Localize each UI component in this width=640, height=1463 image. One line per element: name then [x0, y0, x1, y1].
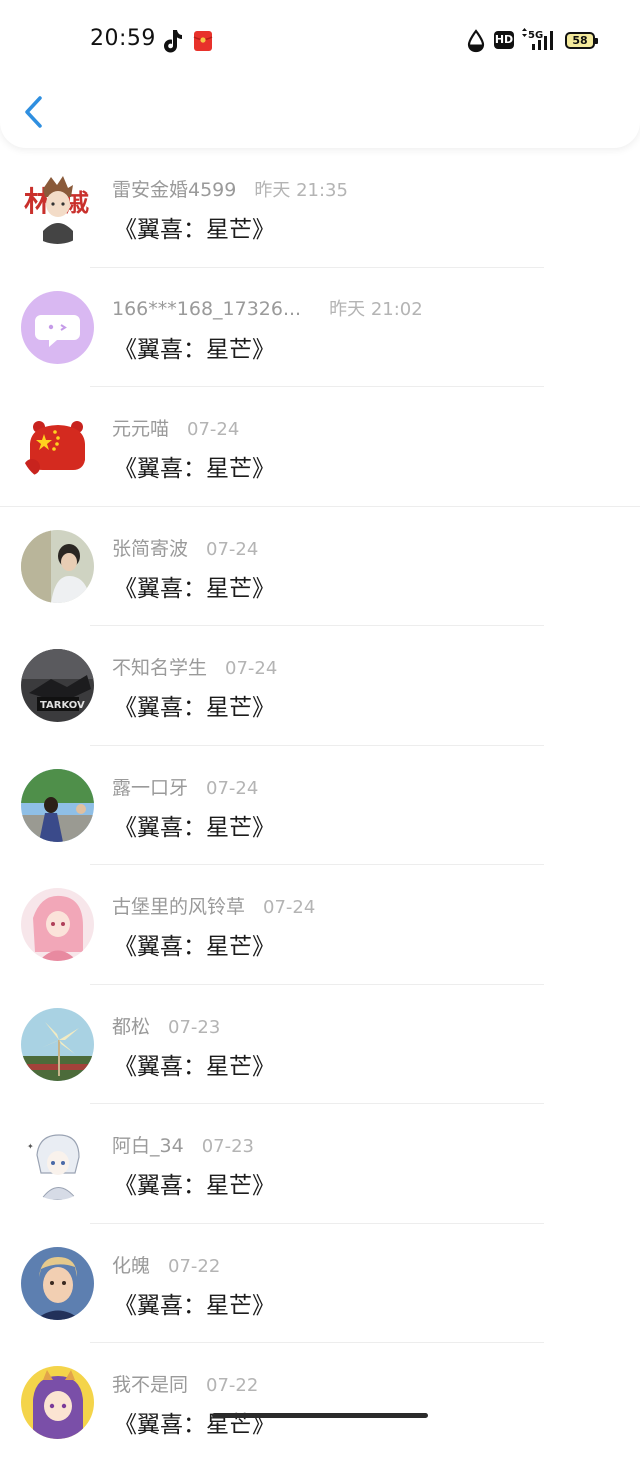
comment-date: 07-24 — [225, 658, 278, 679]
signal-icon: 5G — [522, 28, 553, 50]
comment-date: 07-24 — [206, 777, 259, 799]
red-packet-icon — [193, 31, 213, 51]
comment-date: 昨天 21:02 — [329, 298, 423, 320]
svg-text:TARKOV: TARKOV — [40, 700, 85, 711]
list-item[interactable]: 化魄 07-22 《翼喜：星芒》 — [0, 1224, 640, 1343]
comment-text: 《翼喜：星芒》 — [114, 456, 275, 482]
comment-text: 《翼喜：星芒》 — [114, 1292, 275, 1319]
list-item[interactable]: TARKOV 不知名学生 07-24 《翼喜：星芒》 — [0, 626, 640, 746]
list-item[interactable]: 林 戚 雷安金婚4599 昨天 21:35 《翼喜：星芒》 — [0, 148, 640, 268]
comment-date: 07-23 — [168, 1016, 221, 1038]
top-bar: 20:59 HD 5G 58 — [0, 0, 640, 148]
list-item[interactable]: 露一口牙 07-24 《翼喜：星芒》 — [0, 746, 640, 865]
battery-indicator: 58 — [565, 32, 598, 49]
list-item[interactable]: 166***168_17326... 昨天 21:02 《翼喜：星芒》 — [0, 268, 640, 387]
avatar[interactable] — [21, 410, 94, 483]
avatar[interactable] — [21, 1007, 94, 1081]
avatar[interactable] — [21, 1366, 94, 1439]
comment-date: 07-24 — [263, 897, 316, 918]
data-saver-icon — [467, 29, 485, 53]
tiktok-icon — [164, 30, 182, 53]
comment-text: 《翼喜：星芒》 — [114, 336, 275, 363]
commenter-name[interactable]: 我不是同 — [112, 1370, 188, 1397]
list-item[interactable]: 古堡里的风铃草 07-24 《翼喜：星芒》 — [0, 865, 640, 985]
commenter-name[interactable]: 元元喵 — [112, 414, 169, 441]
commenter-name[interactable]: 露一口牙 — [112, 773, 188, 800]
comment-text: 《翼喜：星芒》 — [114, 1173, 275, 1199]
commenter-name[interactable]: 雷安金婚4599 — [112, 175, 236, 202]
avatar[interactable]: 林 戚 — [21, 171, 94, 244]
list-item[interactable]: 都松 07-23 《翼喜：星芒》 — [0, 985, 640, 1104]
comment-date: 07-24 — [187, 419, 240, 440]
avatar[interactable]: ✦ — [21, 1127, 94, 1200]
commenter-name[interactable]: 166***168_17326... — [112, 298, 301, 320]
commenter-name[interactable]: 不知名学生 — [112, 653, 207, 680]
home-indicator[interactable] — [212, 1413, 428, 1418]
network-label: 5G — [528, 30, 543, 41]
avatar[interactable] — [21, 529, 94, 603]
comment-date: 07-23 — [201, 1136, 254, 1157]
commenter-name[interactable]: 化魄 — [112, 1251, 150, 1278]
list-item[interactable]: 张简寄波 07-24 《翼喜：星芒》 — [0, 507, 640, 626]
avatar[interactable] — [21, 290, 94, 364]
avatar[interactable] — [21, 1246, 94, 1320]
commenter-name[interactable]: 古堡里的风铃草 — [112, 892, 245, 919]
comment-list: 林 戚 雷安金婚4599 昨天 21:35 《翼喜：星芒》 166***168_1… — [0, 148, 640, 1463]
avatar[interactable] — [21, 768, 94, 842]
comment-date: 07-22 — [168, 1255, 221, 1277]
comment-text: 《翼喜：星芒》 — [114, 934, 275, 960]
svg-text:✦: ✦ — [27, 1142, 34, 1151]
status-time: 20:59 — [90, 26, 156, 51]
comment-date: 07-24 — [206, 538, 259, 560]
commenter-name[interactable]: 张简寄波 — [112, 534, 188, 561]
comment-text: 《翼喜：星芒》 — [114, 575, 275, 602]
list-item[interactable]: ✦ 阿白_34 07-23 《翼喜：星芒》 — [0, 1104, 640, 1224]
back-button[interactable] — [18, 92, 54, 132]
avatar[interactable] — [21, 888, 94, 961]
status-bar: 20:59 HD 5G 58 — [0, 0, 640, 84]
comment-text: 《翼喜：星芒》 — [114, 695, 275, 721]
hd-badge: HD — [494, 31, 514, 49]
comment-date: 昨天 21:35 — [254, 180, 348, 201]
comment-text: 《翼喜：星芒》 — [114, 217, 275, 243]
comment-text: 《翼喜：星芒》 — [114, 814, 275, 841]
list-item[interactable]: 元元喵 07-24 《翼喜：星芒》 — [0, 387, 640, 507]
comment-date: 07-22 — [206, 1375, 259, 1396]
avatar[interactable]: TARKOV — [21, 649, 94, 722]
commenter-name[interactable]: 都松 — [112, 1012, 150, 1039]
list-item[interactable]: 我不是同 07-22 《翼喜：星芒》 — [0, 1343, 640, 1463]
comment-text: 《翼喜：星芒》 — [114, 1412, 275, 1438]
commenter-name[interactable]: 阿白_34 — [112, 1131, 184, 1158]
comment-text: 《翼喜：星芒》 — [114, 1053, 275, 1080]
